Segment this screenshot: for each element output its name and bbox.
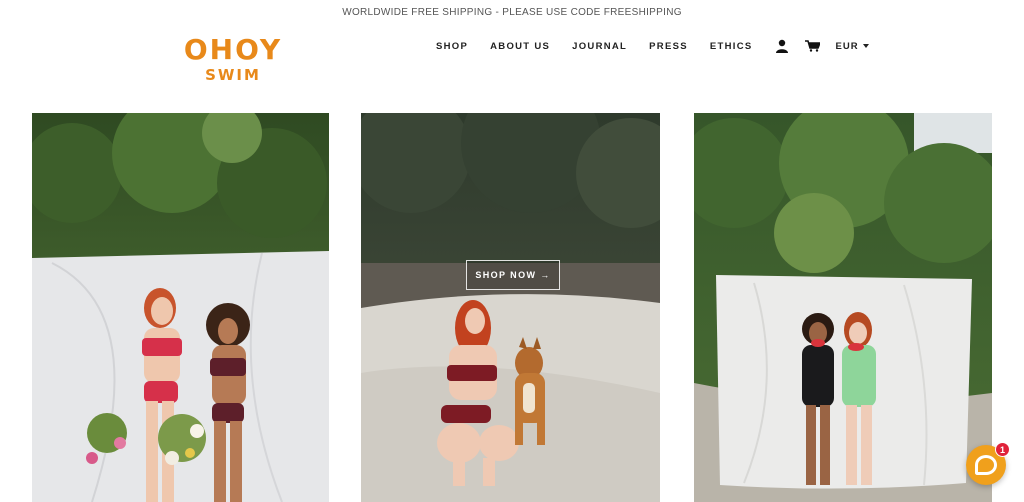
product-image-3[interactable] [694,113,992,502]
nav-press[interactable]: PRESS [649,41,688,52]
brand-logo[interactable]: OHOY SWIM [176,36,290,83]
nav-ethics[interactable]: ETHICS [710,41,753,52]
nav-about-us[interactable]: ABOUT US [490,41,550,52]
chat-launcher-button[interactable]: 1 [966,442,1010,485]
nav-shop[interactable]: SHOP [436,41,468,52]
logo-line-2: SWIM [205,66,261,84]
notification-badge: 1 [995,442,1010,457]
logo-line-1: OHOY [183,33,283,66]
product-image-1[interactable] [32,113,329,502]
currency-selector[interactable]: EUR [836,41,869,52]
shop-now-button[interactable]: SHOP NOW → [466,260,560,290]
user-icon[interactable] [775,39,789,53]
currency-label: EUR [835,40,859,52]
cart-icon[interactable] [804,40,820,52]
nav-journal[interactable]: JOURNAL [572,41,627,52]
chevron-down-icon [862,44,869,48]
announcement-bar: WORLDWIDE FREE SHIPPING - PLEASE USE COD… [342,6,682,18]
product-image-2[interactable] [361,113,660,502]
main-nav: SHOP ABOUT US JOURNAL PRESS ETHICS EUR [436,38,869,54]
chat-icon [975,455,997,475]
